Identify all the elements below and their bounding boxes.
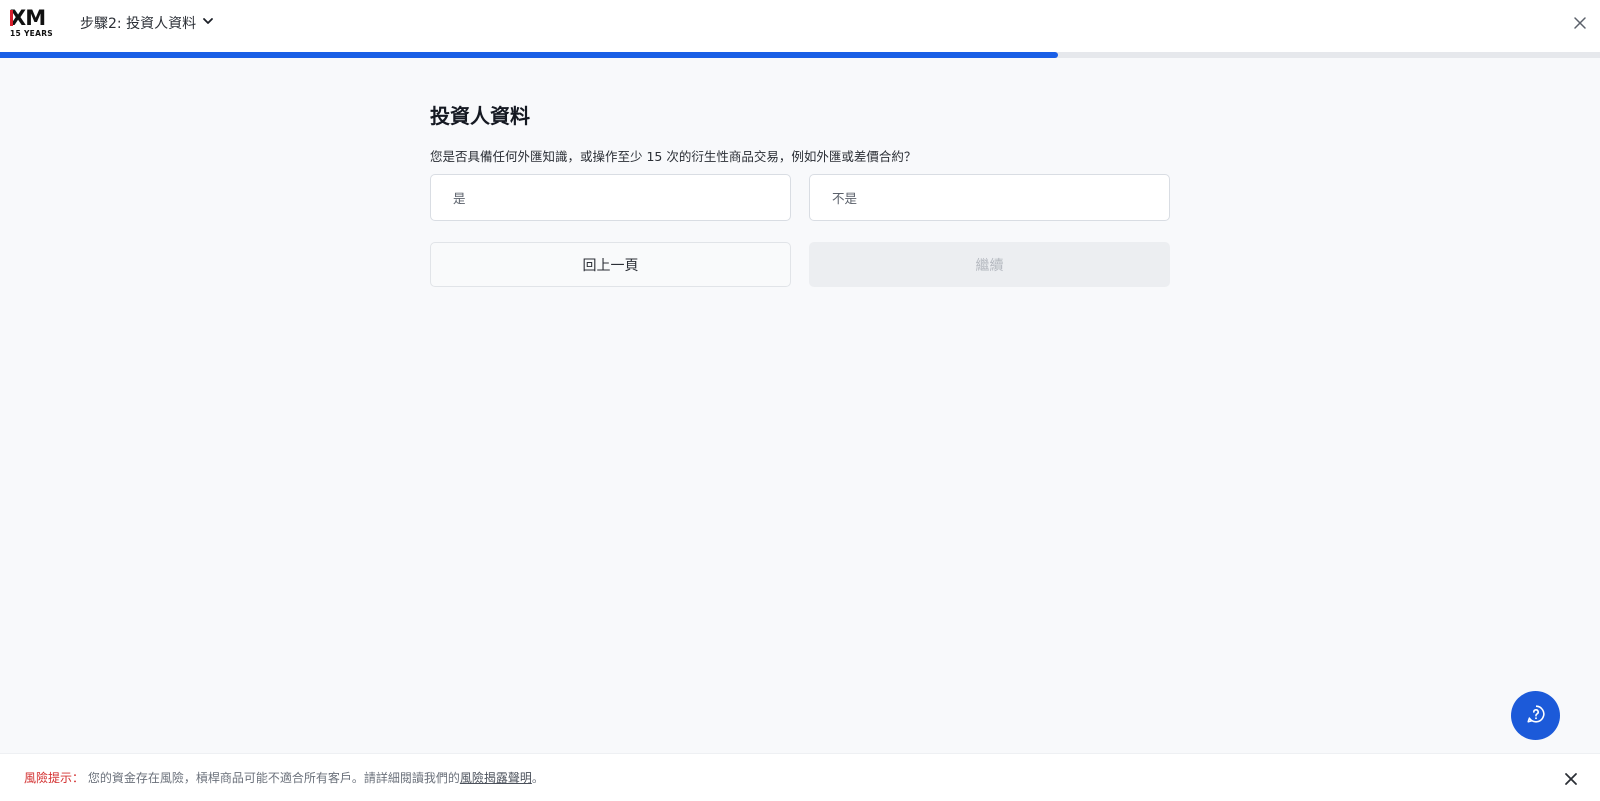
logo-mark: XM	[10, 6, 46, 30]
answer-options: 是 不是	[430, 174, 1170, 221]
step-selector[interactable]: 步驟2: 投資人資料	[80, 13, 214, 33]
risk-warning-label: 風險提示：	[24, 771, 85, 785]
form-actions: 回上一頁 繼續	[430, 242, 1170, 287]
step-title-label: 步驟2: 投資人資料	[80, 16, 197, 32]
xm-logo[interactable]: XM 15 YEARS	[10, 8, 54, 38]
progress-bar-fill	[0, 52, 1058, 58]
option-no[interactable]: 不是	[809, 174, 1170, 221]
page-title: 投資人資料	[430, 104, 530, 128]
progress-bar	[0, 52, 1600, 58]
close-icon[interactable]	[1564, 771, 1578, 785]
risk-warning-suffix: 。	[531, 771, 544, 785]
main-content: 投資人資料 您是否具備任何外匯知識，或操作至少 15 次的衍生性商品交易，例如外…	[430, 98, 1170, 287]
risk-warning-text: 風險提示： 您的資金存在風險，槓桿商品可能不適合所有客戶。請詳細閱讀我們的風險揭…	[24, 769, 544, 786]
back-button[interactable]: 回上一頁	[430, 242, 791, 287]
chat-help-icon	[1525, 703, 1547, 729]
chat-help-button[interactable]	[1511, 691, 1560, 740]
risk-disclosure-link[interactable]: 風險揭露聲明	[460, 771, 532, 785]
option-no-label: 不是	[832, 191, 858, 206]
logo-red-bar	[10, 10, 13, 26]
risk-warning-bar: 風險提示： 您的資金存在風險，槓桿商品可能不適合所有客戶。請詳細閱讀我們的風險揭…	[0, 753, 1600, 801]
continue-button[interactable]: 繼續	[809, 242, 1170, 287]
top-header: XM 15 YEARS 步驟2: 投資人資料	[0, 0, 1600, 52]
logo-text: XM	[10, 6, 46, 30]
close-icon[interactable]	[1572, 15, 1588, 31]
option-yes-label: 是	[453, 191, 466, 206]
logo-subtext: 15 YEARS	[10, 29, 53, 38]
chevron-down-icon	[202, 15, 214, 31]
risk-warning-body: 您的資金存在風險，槓桿商品可能不適合所有客戶。請詳細閱讀我們的	[84, 771, 460, 785]
question-text: 您是否具備任何外匯知識，或操作至少 15 次的衍生性商品交易，例如外匯或差價合約…	[430, 149, 917, 164]
option-yes[interactable]: 是	[430, 174, 791, 221]
